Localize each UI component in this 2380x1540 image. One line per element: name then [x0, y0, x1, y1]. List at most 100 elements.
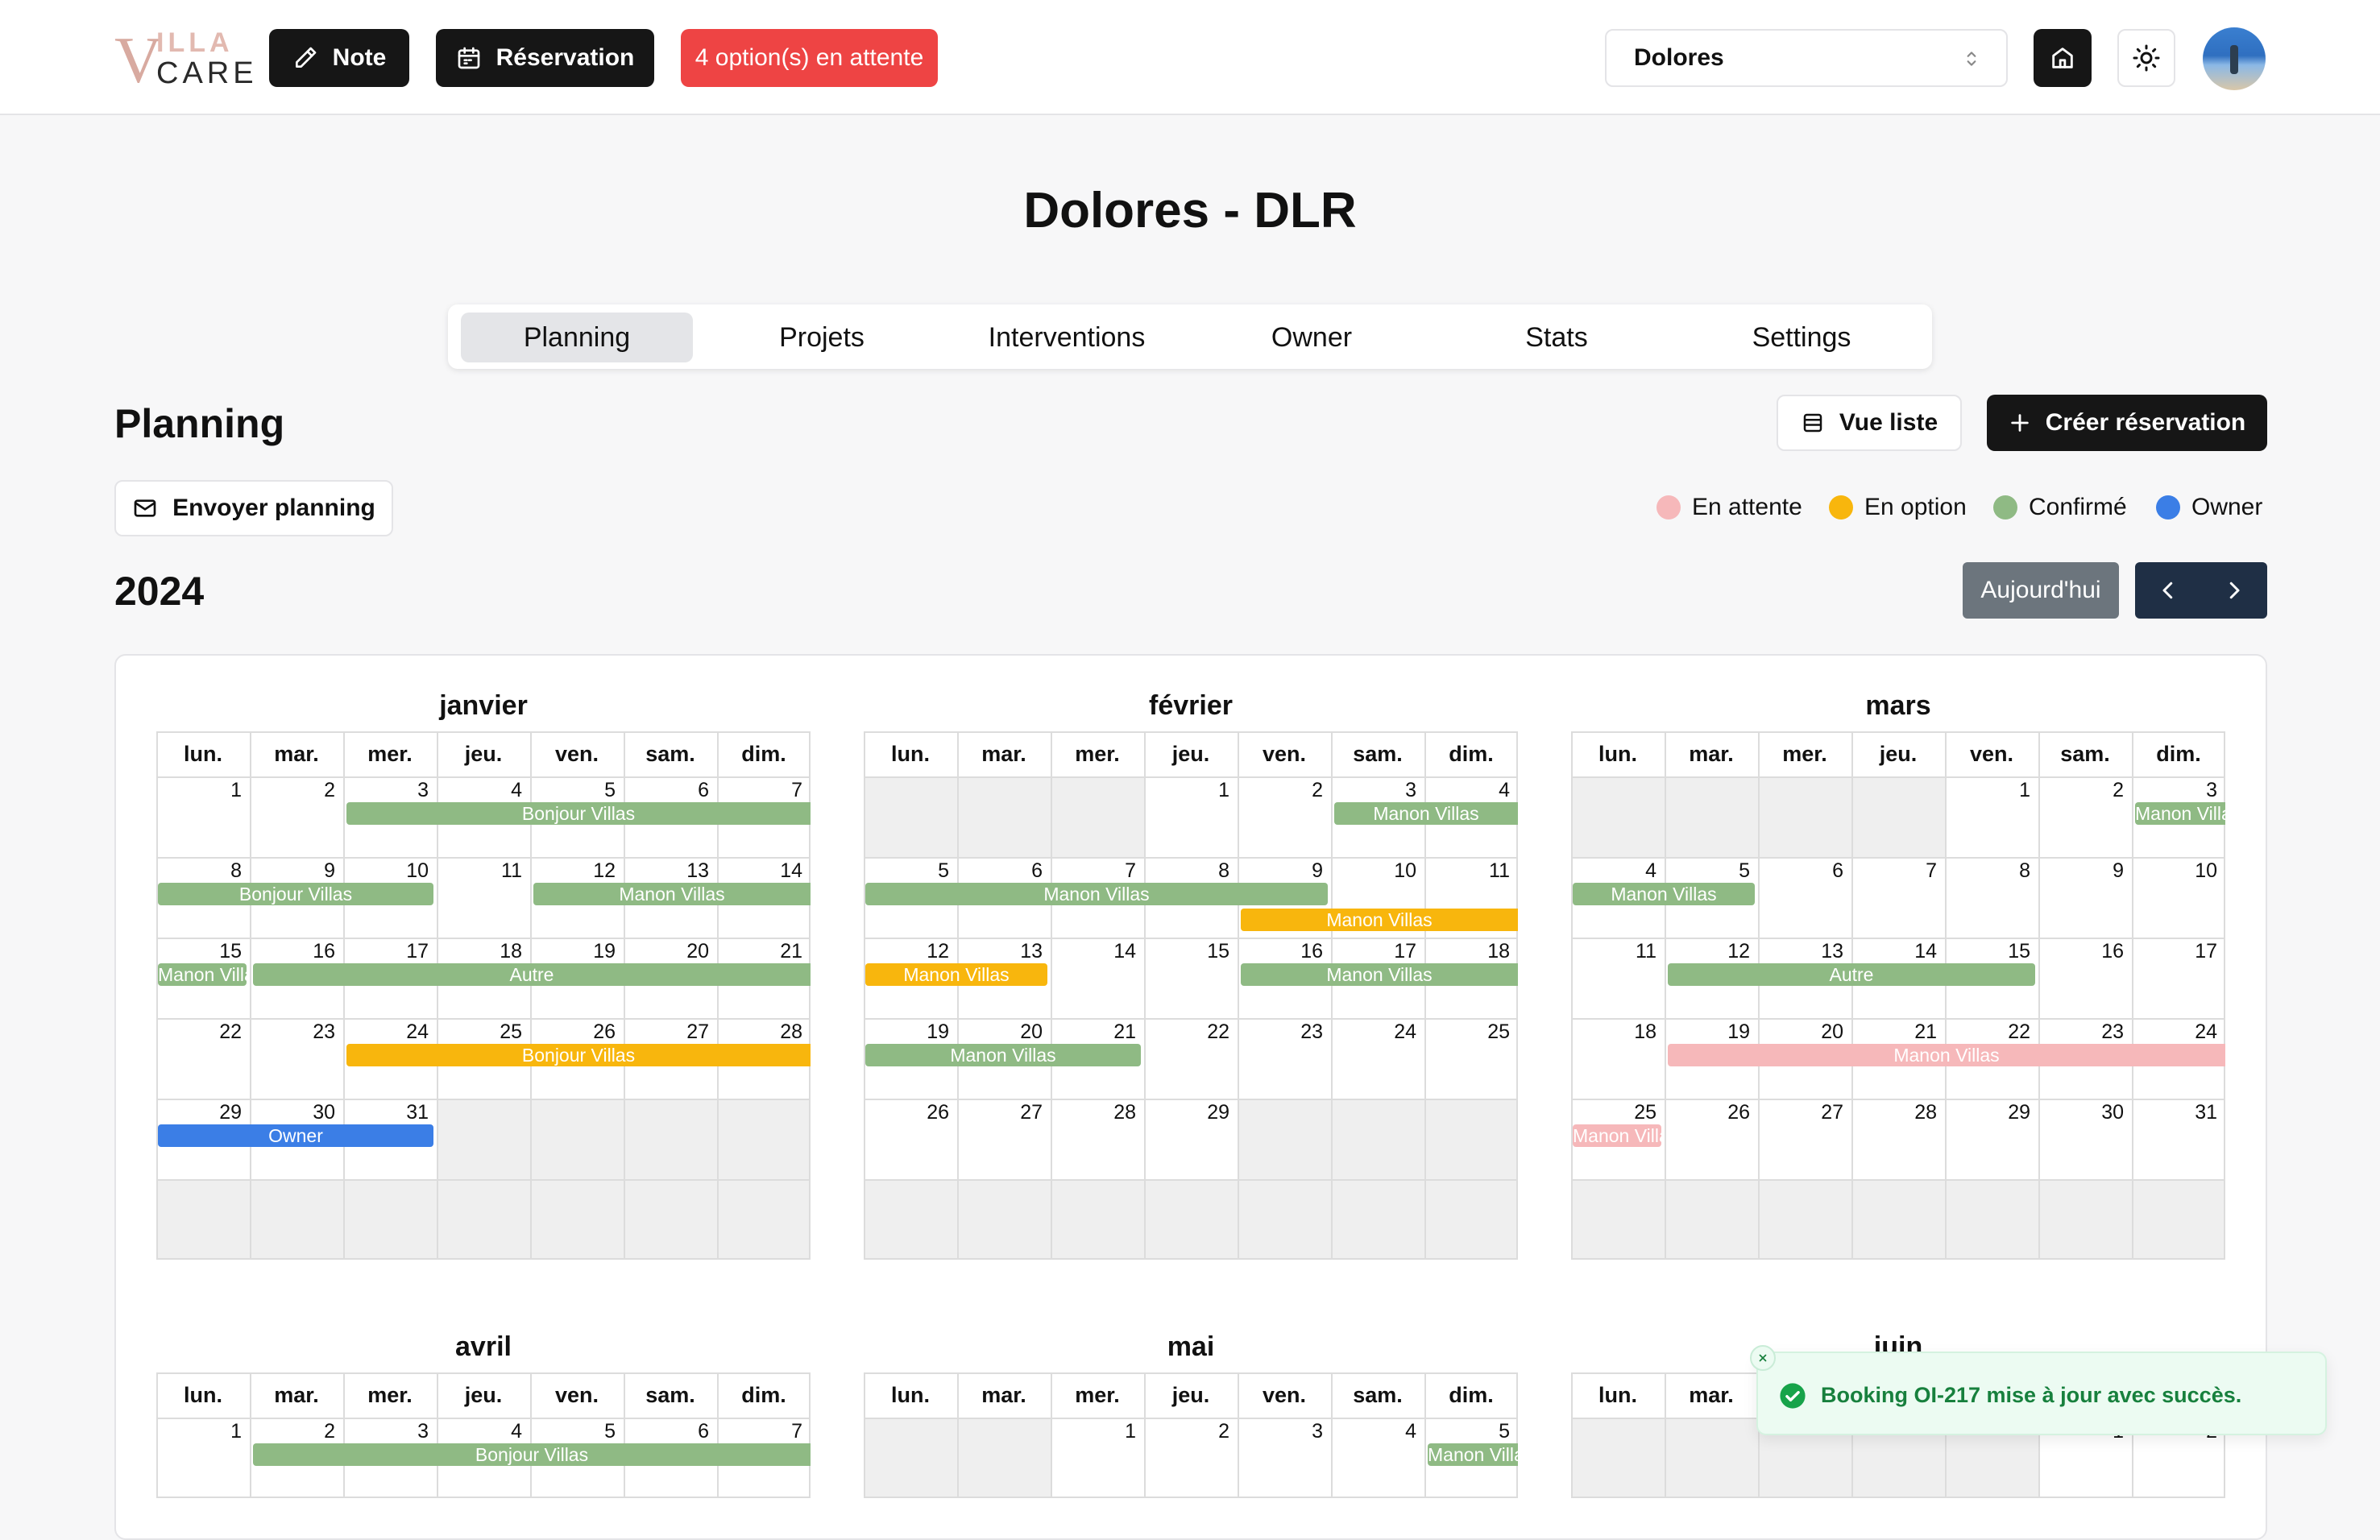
day-cell[interactable]: 15 [1144, 938, 1238, 1018]
villa-care-logo[interactable]: V ILLA CARE [114, 27, 254, 93]
day-cell[interactable]: 4 [1331, 1418, 1424, 1498]
day-cell[interactable]: 14 [1051, 938, 1144, 1018]
booking-bar[interactable]: Manon Villas [865, 963, 1047, 986]
booking-bar[interactable]: Bonjour Villas [158, 883, 433, 905]
day-number: 1 [2019, 779, 2030, 801]
grid-line [864, 1258, 1518, 1260]
booking-bar[interactable]: Manon Villas [1573, 883, 1755, 905]
day-cell[interactable]: 18 [1571, 1018, 1665, 1099]
booking-bar[interactable]: Manon Villas [1241, 909, 1518, 931]
day-cell[interactable]: 16 [2038, 938, 2132, 1018]
tab-interventions[interactable]: Interventions [951, 313, 1183, 362]
day-number: 22 [219, 1020, 242, 1043]
prev-button[interactable] [2135, 562, 2201, 619]
home-button[interactable] [2034, 29, 2092, 87]
tab-settings[interactable]: Settings [1685, 313, 1918, 362]
grid-line [437, 1372, 438, 1498]
day-cell[interactable]: 2 [1238, 776, 1331, 857]
day-cell[interactable]: 28 [1051, 1099, 1144, 1179]
send-planning-button[interactable]: Envoyer planning [114, 480, 393, 536]
booking-label: Manon Villas [1043, 884, 1150, 905]
day-number: 20 [1821, 1020, 1843, 1043]
booking-bar[interactable]: Autre [253, 963, 811, 986]
day-cell[interactable]: 17 [2132, 938, 2225, 1018]
day-number: 9 [324, 859, 335, 882]
booking-bar[interactable]: Manon Villas [1668, 1044, 2225, 1066]
tab-planning[interactable]: Planning [461, 313, 693, 362]
day-cell[interactable]: 22 [156, 1018, 250, 1099]
user-avatar[interactable] [2203, 27, 2266, 90]
booking-bar[interactable]: Owner [158, 1124, 433, 1147]
booking-bar[interactable]: Manon Villas [1334, 802, 1518, 825]
day-cell[interactable]: 7 [1851, 857, 1945, 938]
day-cell[interactable]: 3 [1238, 1418, 1331, 1498]
tab-label: Interventions [988, 321, 1146, 353]
theme-toggle-button[interactable] [2117, 29, 2175, 87]
next-button[interactable] [2201, 562, 2267, 619]
booking-bar[interactable]: Manon Villas [1241, 963, 1518, 986]
day-cell[interactable]: 27 [1758, 1099, 1851, 1179]
day-cell[interactable]: 11 [437, 857, 530, 938]
day-number: 14 [780, 859, 802, 882]
day-cell[interactable]: 10 [2132, 857, 2225, 938]
tab-projets[interactable]: Projets [706, 313, 938, 362]
day-cell[interactable]: 8 [1945, 857, 2038, 938]
day-number: 31 [406, 1101, 429, 1124]
create-reservation-button[interactable]: Créer réservation [1987, 395, 2267, 451]
day-cell[interactable]: 23 [250, 1018, 343, 1099]
day-cell[interactable]: 1 [1144, 776, 1238, 857]
booking-bar[interactable]: Manon Villas [2135, 802, 2225, 825]
booking-bar[interactable]: Manon Villas [533, 883, 811, 905]
grid-line [864, 1372, 865, 1498]
day-cell[interactable]: 1 [156, 1418, 250, 1498]
day-cell[interactable]: 1 [1051, 1418, 1144, 1498]
empty-day-cell [530, 1179, 624, 1260]
empty-day-cell [957, 1179, 1051, 1260]
day-cell[interactable]: 11 [1571, 938, 1665, 1018]
day-cell[interactable]: 1 [156, 776, 250, 857]
day-cell[interactable]: 29 [1144, 1099, 1238, 1179]
day-cell[interactable]: 30 [2038, 1099, 2132, 1179]
booking-bar[interactable]: Bonjour Villas [253, 1443, 811, 1466]
day-cell[interactable]: 29 [1945, 1099, 2038, 1179]
toast-close-button[interactable] [1750, 1345, 1776, 1371]
list-view-button[interactable]: Vue liste [1777, 395, 1962, 451]
booking-bar[interactable]: Manon Villas [865, 883, 1328, 905]
day-cell[interactable]: 23 [1238, 1018, 1331, 1099]
weekday-header: jeu. [464, 741, 503, 766]
booking-bar[interactable]: Autre [1668, 963, 2035, 986]
day-cell[interactable]: 27 [957, 1099, 1051, 1179]
day-number: 15 [219, 940, 242, 962]
day-cell[interactable]: 28 [1851, 1099, 1945, 1179]
booking-bar[interactable]: Manon Villas [1428, 1443, 1518, 1466]
day-number: 4 [1645, 859, 1656, 882]
booking-bar[interactable]: Bonjour Villas [346, 1044, 811, 1066]
day-number: 2 [324, 779, 335, 801]
reservation-button[interactable]: Réservation [436, 29, 654, 87]
day-cell[interactable]: 24 [1331, 1018, 1424, 1099]
booking-bar[interactable]: Manon Villas [158, 963, 247, 986]
note-button[interactable]: Note [269, 29, 409, 87]
tab-stats[interactable]: Stats [1441, 313, 1673, 362]
day-cell[interactable]: 9 [2038, 857, 2132, 938]
weekday-header: mer. [1075, 741, 1120, 766]
day-cell[interactable]: 1 [1945, 776, 2038, 857]
booking-bar[interactable]: Manon Villas [1573, 1124, 1661, 1147]
tab-owner[interactable]: Owner [1196, 313, 1428, 362]
day-cell[interactable]: 26 [1665, 1099, 1758, 1179]
booking-label: Autre [509, 964, 554, 985]
day-cell[interactable]: 31 [2132, 1099, 2225, 1179]
day-cell[interactable]: 25 [1424, 1018, 1518, 1099]
pending-options-button[interactable]: 4 option(s) en attente [681, 29, 938, 87]
day-cell[interactable]: 2 [1144, 1418, 1238, 1498]
booking-bar[interactable]: Bonjour Villas [346, 802, 811, 825]
day-cell[interactable]: 26 [864, 1099, 957, 1179]
day-cell[interactable]: 2 [2038, 776, 2132, 857]
tab-label: Owner [1271, 321, 1353, 353]
day-cell[interactable]: 2 [250, 776, 343, 857]
booking-bar[interactable]: Manon Villas [865, 1044, 1141, 1066]
day-cell[interactable]: 22 [1144, 1018, 1238, 1099]
day-cell[interactable]: 6 [1758, 857, 1851, 938]
today-button[interactable]: Aujourd'hui [1963, 562, 2119, 619]
property-select[interactable]: Dolores [1605, 29, 2008, 87]
